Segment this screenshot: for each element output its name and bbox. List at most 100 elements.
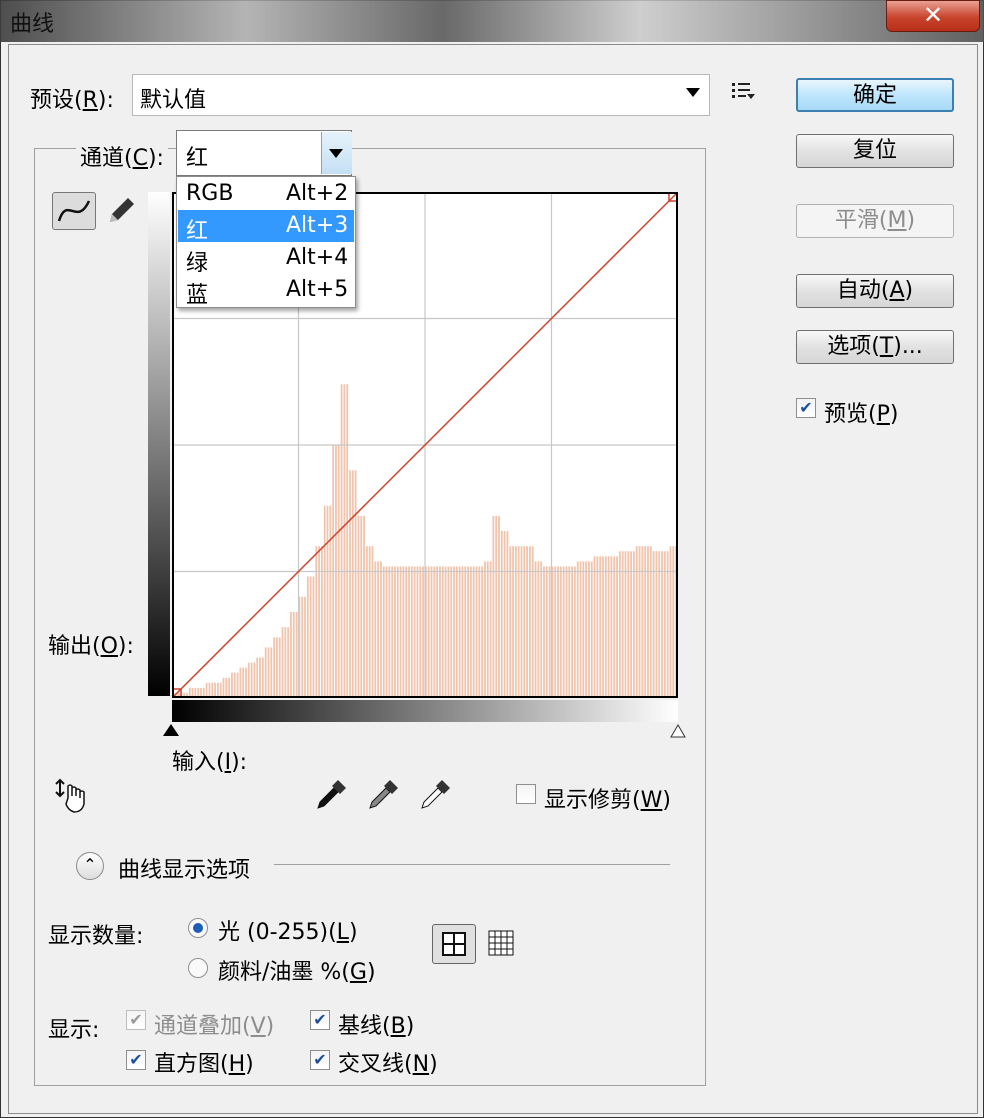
chevron-down-icon[interactable] — [686, 88, 700, 97]
histogram-bar — [596, 556, 599, 698]
channel-option-blue[interactable]: 蓝 Alt+5 — [178, 274, 354, 308]
histogram-bar — [647, 546, 649, 698]
histogram-bar — [433, 566, 436, 698]
white-point-slider[interactable] — [670, 724, 686, 738]
histogram-bar — [326, 505, 329, 698]
smooth-button[interactable]: 平滑(M) — [796, 204, 954, 238]
histogram-bar — [368, 546, 371, 698]
options-button[interactable]: 选项(T)... — [796, 330, 954, 364]
histogram-bar — [621, 551, 624, 698]
reset-button[interactable]: 复位 — [796, 134, 954, 168]
histogram-bar — [478, 566, 481, 698]
check-icon: ✔ — [799, 398, 813, 417]
histogram-bar — [543, 566, 545, 698]
histogram-bar — [219, 682, 222, 698]
light-radio[interactable] — [188, 918, 208, 938]
input-label: 输入(I): — [172, 750, 248, 775]
on-image-adjust-hand-icon[interactable] — [52, 776, 92, 816]
histogram-bar — [602, 556, 604, 698]
channel-option-red[interactable]: 红 Alt+3 — [178, 210, 354, 244]
histogram-bar — [672, 546, 675, 698]
pigment-radio[interactable] — [188, 958, 208, 978]
histogram-bar — [413, 566, 416, 698]
title-bar[interactable] — [0, 0, 984, 42]
histogram-bar — [315, 546, 318, 698]
histogram-bar — [669, 546, 672, 698]
close-button[interactable]: ✕ — [886, 0, 980, 32]
histogram-bar — [399, 566, 402, 698]
channel-option-green[interactable]: 绿 Alt+4 — [178, 242, 354, 276]
channel-overlay-checkbox[interactable]: ✔ — [126, 1010, 146, 1030]
histogram-bar — [633, 551, 635, 698]
histogram-bar — [455, 566, 458, 698]
histogram-checkbox[interactable]: ✔ — [126, 1050, 146, 1070]
curve-point-tool[interactable] — [52, 192, 96, 230]
histogram-bar — [363, 515, 365, 698]
histogram-bar — [506, 531, 509, 698]
baseline-checkbox[interactable]: ✔ — [310, 1010, 330, 1030]
histogram-bar — [267, 647, 270, 698]
preset-options-icon[interactable] — [730, 80, 756, 102]
histogram-bar — [205, 682, 208, 698]
histogram-bar — [290, 611, 292, 698]
preset-label: 预设(R): — [30, 88, 114, 113]
check-icon: ✔ — [129, 1050, 143, 1069]
pencil-icon[interactable] — [104, 194, 136, 226]
ok-button[interactable]: 确定 — [796, 78, 954, 112]
histogram-bar — [396, 566, 399, 698]
histogram-bar — [562, 566, 565, 698]
detailed-grid-icon[interactable] — [488, 930, 514, 956]
show-clipping-checkbox[interactable] — [516, 784, 536, 804]
histogram-bar — [630, 551, 633, 698]
black-eyedropper-icon[interactable] — [314, 778, 348, 812]
intersection-checkbox[interactable]: ✔ — [310, 1050, 330, 1070]
histogram-bar — [649, 546, 652, 698]
histogram-bar — [599, 556, 602, 698]
histogram-bar — [354, 470, 357, 698]
histogram-bar — [405, 566, 408, 698]
histogram-bar — [453, 566, 455, 698]
black-point-slider[interactable] — [163, 724, 179, 736]
histogram-bar — [278, 637, 281, 698]
histogram-bar — [663, 551, 666, 698]
histogram-bar — [458, 566, 461, 698]
white-eyedropper-icon[interactable] — [418, 778, 452, 812]
chevron-up-icon: ⌃ — [83, 855, 97, 874]
histogram-bar — [472, 566, 475, 698]
simple-grid-button[interactable] — [432, 924, 476, 964]
histogram-bar — [579, 561, 582, 698]
preset-select[interactable] — [132, 74, 710, 116]
histogram-bar — [231, 672, 233, 698]
curve-options-label: 曲线显示选项 — [118, 858, 251, 883]
histogram-bar — [565, 566, 568, 698]
auto-button[interactable]: 自动(A) — [796, 274, 954, 308]
histogram-bar — [346, 384, 349, 698]
histogram-bar — [349, 470, 351, 698]
histogram-bar — [394, 566, 396, 698]
histogram-bar — [492, 515, 495, 698]
histogram-bar — [242, 667, 245, 698]
histogram-bar — [661, 551, 663, 698]
histogram-bar — [225, 677, 228, 698]
histogram-bar — [247, 662, 250, 698]
curves-dialog: 曲线 ✕ 预设(R): 默认值 确定 复位 平滑(M) 自动(A) 选项(T).… — [0, 0, 984, 1118]
histogram-bar — [655, 551, 658, 698]
histogram-bar — [450, 566, 453, 698]
collapse-options-button[interactable]: ⌃ — [76, 852, 104, 880]
histogram-bar — [295, 611, 298, 698]
histogram-bar — [402, 566, 405, 698]
histogram-bar — [309, 576, 312, 698]
histogram-bar — [540, 561, 543, 698]
channel-option-rgb[interactable]: RGB Alt+2 — [178, 178, 354, 210]
pigment-label: 颜料/油墨 %(G) — [218, 960, 376, 985]
histogram-bar — [360, 515, 363, 698]
histogram-bar — [503, 531, 506, 698]
preview-checkbox[interactable]: ✔ — [796, 398, 816, 418]
histogram-bar — [239, 667, 242, 698]
histogram-bar — [568, 566, 571, 698]
histogram-bar — [644, 546, 647, 698]
gray-eyedropper-icon[interactable] — [366, 778, 400, 812]
histogram-bar — [481, 566, 484, 698]
histogram-bar — [658, 551, 661, 698]
histogram-bar — [545, 566, 548, 698]
